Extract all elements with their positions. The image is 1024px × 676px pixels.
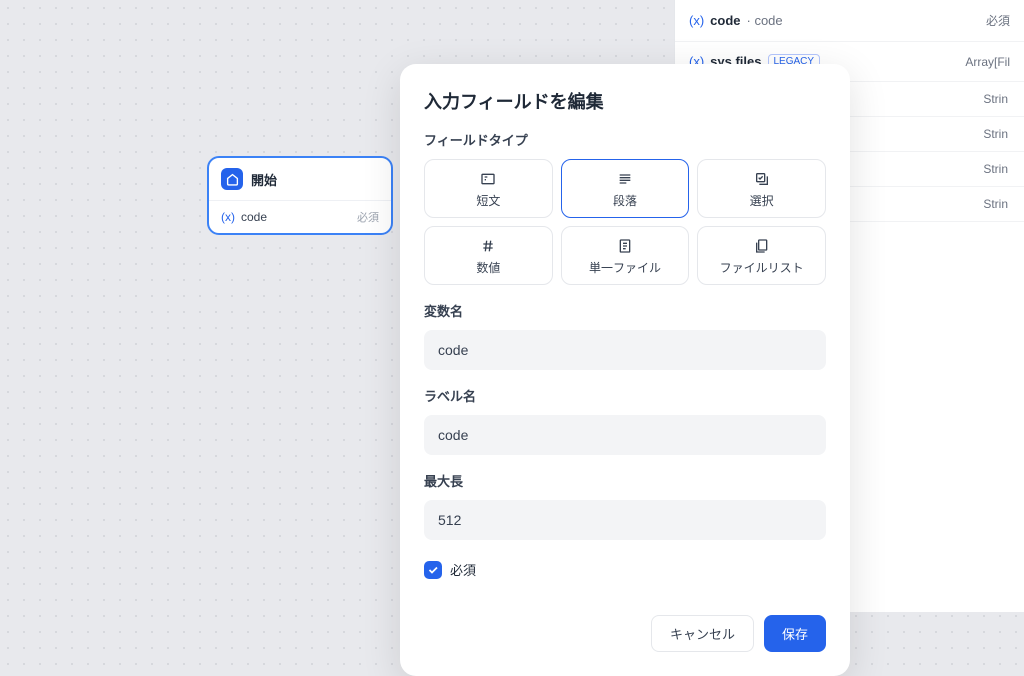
variable-required-badge: 必須 — [357, 209, 379, 225]
type-tile-file-list[interactable]: ファイルリスト — [697, 226, 826, 285]
home-icon — [221, 168, 243, 190]
required-label: 必須 — [450, 560, 476, 579]
tile-label: 段落 — [613, 192, 637, 209]
required-checkbox-row[interactable]: 必須 — [424, 560, 826, 579]
variable-prefix-icon: (x) — [689, 13, 704, 28]
tile-label: 選択 — [750, 192, 774, 209]
label-name-label: ラベル名 — [424, 386, 826, 405]
panel-var-name: code — [710, 13, 740, 28]
tile-label: ファイルリスト — [720, 259, 804, 276]
paragraph-icon — [616, 170, 634, 188]
variable-name-label: 変数名 — [424, 301, 826, 320]
save-button[interactable]: 保存 — [764, 615, 826, 652]
panel-var-type: Array[Fil — [965, 55, 1010, 69]
cancel-button[interactable]: キャンセル — [651, 615, 754, 652]
panel-var-row-code[interactable]: (x) code · code 必須 — [675, 0, 1024, 42]
tile-label: 数値 — [476, 259, 500, 276]
type-tile-select[interactable]: 選択 — [697, 159, 826, 218]
type-tile-number[interactable]: 数値 — [424, 226, 553, 285]
modal-title: 入力フィールドを編集 — [424, 88, 826, 114]
number-icon — [479, 237, 497, 255]
node-title: 開始 — [251, 170, 277, 189]
tile-label: 単一ファイル — [589, 259, 661, 276]
select-icon — [753, 170, 771, 188]
short-text-icon — [479, 170, 497, 188]
variable-prefix-icon: (x) — [221, 210, 235, 224]
start-node[interactable]: 開始 (x) code 必須 — [207, 156, 393, 235]
checkbox-checked-icon[interactable] — [424, 561, 442, 579]
file-icon — [616, 237, 634, 255]
variable-name-input[interactable] — [424, 330, 826, 370]
field-type-label: フィールドタイプ — [424, 130, 826, 149]
label-name-input[interactable] — [424, 415, 826, 455]
type-tile-paragraph[interactable]: 段落 — [561, 159, 690, 218]
type-tile-single-file[interactable]: 単一ファイル — [561, 226, 690, 285]
type-tile-short-text[interactable]: 短文 — [424, 159, 553, 218]
panel-var-required: 必須 — [986, 12, 1010, 29]
field-type-grid: 短文 段落 選択 数値 単一ファイル — [424, 159, 826, 285]
modal-footer: キャンセル 保存 — [424, 615, 826, 652]
edit-field-modal: 入力フィールドを編集 フィールドタイプ 短文 段落 選択 数値 — [400, 64, 850, 676]
node-header: 開始 — [209, 158, 391, 200]
variable-name: code — [241, 210, 351, 224]
max-length-label: 最大長 — [424, 471, 826, 490]
tile-label: 短文 — [476, 192, 500, 209]
node-variable-row[interactable]: (x) code 必須 — [209, 200, 391, 233]
max-length-input[interactable] — [424, 500, 826, 540]
file-list-icon — [753, 237, 771, 255]
panel-var-sub: · code — [747, 13, 783, 28]
